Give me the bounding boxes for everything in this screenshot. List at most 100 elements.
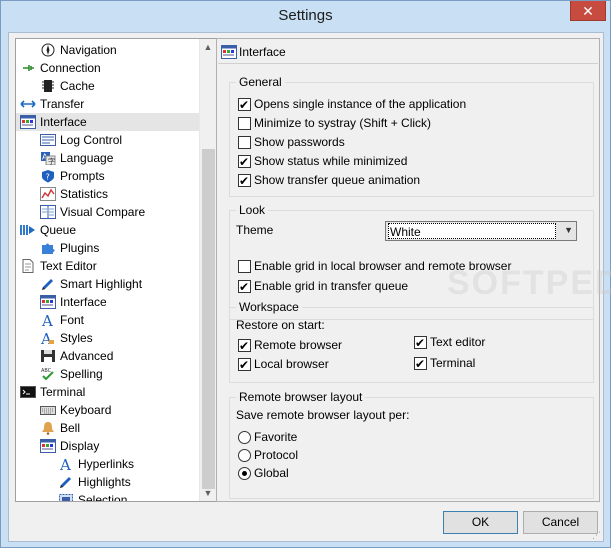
checkbox[interactable] — [238, 260, 251, 273]
workspace-option-3-label: Terminal — [430, 356, 476, 370]
look-option-1-label: Enable grid in transfer queue — [254, 279, 409, 293]
client-area: Navigation Connection Cache Transfer Interfa… — [8, 32, 611, 542]
close-button[interactable]: ✕ — [570, 1, 606, 21]
checkbox[interactable] — [238, 153, 251, 171]
settings-window: Settings ✕ Navigation Connection Cache Tran… — [0, 0, 611, 548]
shield-question-icon: ? — [42, 170, 54, 183]
svg-text:字: 字 — [48, 157, 55, 166]
scroll-thumb[interactable] — [202, 149, 215, 489]
tree-item-label: Font — [60, 313, 85, 327]
remote-layout-title: Remote browser layout — [236, 390, 366, 404]
tree-item-prompts[interactable]: ? Prompts — [16, 167, 200, 185]
radio-button[interactable] — [238, 431, 251, 444]
compass-icon — [41, 43, 55, 57]
compare-icon — [40, 205, 56, 219]
tree-item-language[interactable]: A 字 Language — [16, 149, 200, 167]
checkbox[interactable] — [238, 117, 251, 130]
tree-item-selection[interactable]: Selection — [16, 491, 200, 502]
tree-item-bell[interactable]: Bell — [16, 419, 200, 437]
transfer-arrows-icon — [20, 100, 36, 108]
tree-item-text-editor[interactable]: Text Editor — [16, 257, 200, 275]
svg-text:A: A — [41, 313, 53, 327]
tree-item-statistics[interactable]: Statistics — [16, 185, 200, 203]
tree-item-spelling[interactable]: ABC Spelling — [16, 365, 200, 383]
queue-icon — [20, 225, 35, 235]
tree-item-label: Text Editor — [40, 259, 97, 273]
tree-item-terminal[interactable]: Terminal — [16, 383, 200, 401]
tree-item-navigation[interactable]: Navigation — [16, 41, 200, 59]
tree-item-label: Selection — [78, 493, 128, 502]
tree-item-label: Cache — [60, 79, 95, 93]
cancel-button[interactable]: Cancel — [523, 511, 598, 534]
tree-item-label: Styles — [60, 331, 93, 345]
ok-button[interactable]: OK — [443, 511, 518, 534]
pen-icon — [42, 279, 53, 290]
title-bar[interactable]: Settings ✕ — [1, 1, 610, 31]
general-title: General — [236, 75, 285, 89]
tree-item-queue[interactable]: Queue — [16, 221, 200, 239]
checkbox[interactable] — [238, 96, 251, 114]
chart-icon — [40, 187, 56, 201]
tree-scrollbar[interactable]: ▲ ▼ — [199, 39, 216, 501]
theme-select[interactable]: White ▼ — [385, 221, 577, 241]
tree-item-cache[interactable]: Cache — [16, 77, 200, 95]
tree-item-smart-highlight[interactable]: Smart Highlight — [16, 275, 200, 293]
tree-item-styles[interactable]: A Styles — [16, 329, 200, 347]
tree-item-transfer[interactable]: Transfer — [16, 95, 200, 113]
tree-item-visual-compare[interactable]: Visual Compare — [16, 203, 200, 221]
radio-button[interactable] — [238, 449, 251, 462]
layout-option-1-label: Protocol — [254, 448, 299, 462]
keyboard-icon — [40, 406, 56, 415]
checkbox[interactable] — [414, 334, 427, 352]
checkbox[interactable] — [238, 172, 251, 190]
radio-button[interactable] — [238, 467, 251, 480]
tree-item-interface[interactable]: Interface — [16, 293, 200, 311]
styles-icon: A — [40, 331, 54, 345]
tree-item-label: Queue — [40, 223, 77, 237]
window-icon — [40, 295, 56, 309]
tree-item-label: Visual Compare — [60, 205, 146, 219]
workspace-option-2-label: Text editor — [430, 335, 486, 349]
checkbox[interactable] — [414, 355, 427, 373]
resize-grip-icon[interactable]: ⋰ — [592, 530, 602, 540]
checkbox[interactable] — [238, 136, 251, 149]
tree-item-hyperlinks[interactable]: A Hyperlinks — [16, 455, 200, 473]
floppy-icon — [41, 350, 55, 362]
window-icon — [20, 115, 36, 129]
general-option-1-label: Minimize to systray (Shift + Click) — [254, 116, 432, 130]
spellcheck-icon: ABC — [41, 368, 54, 381]
scroll-up-icon[interactable]: ▲ — [200, 39, 216, 55]
interface-panel: Interface General Opens single instance … — [216, 38, 611, 502]
tree-item-label: Prompts — [60, 169, 105, 183]
tree-item-connection[interactable]: Connection — [16, 59, 200, 77]
tree-item-highlights[interactable]: Highlights — [16, 473, 200, 491]
look-title: Look — [236, 203, 269, 217]
tree-item-label: Hyperlinks — [78, 457, 135, 471]
scroll-down-icon[interactable]: ▼ — [200, 485, 216, 501]
checkbox[interactable] — [238, 278, 251, 296]
tree-item-advanced[interactable]: Advanced — [16, 347, 200, 365]
language-icon: A字 — [41, 152, 56, 166]
tree-item-keyboard[interactable]: Keyboard — [16, 401, 200, 419]
tree-item-display[interactable]: Display — [16, 437, 200, 455]
tree-item-label: Keyboard — [60, 403, 112, 417]
terminal-icon — [20, 386, 36, 398]
tree-item-log-control[interactable]: Log Control — [16, 131, 200, 149]
general-group: General Opens single instance of the app… — [229, 75, 594, 197]
tree-item-label: Statistics — [60, 187, 109, 201]
tree-item-label: Highlights — [78, 475, 131, 489]
tree-item-label: Connection — [40, 61, 101, 75]
tree-item-label: Terminal — [40, 385, 86, 399]
tree-item-font[interactable]: A Font — [16, 311, 200, 329]
workspace-option-0-label: Remote browser — [254, 338, 343, 352]
window-icon — [40, 439, 56, 453]
watermark: SOFTPEDIA — [447, 264, 611, 302]
settings-tree[interactable]: Navigation Connection Cache Transfer Interfa… — [15, 38, 217, 502]
checkbox[interactable] — [238, 356, 251, 374]
tree-item-interface[interactable]: Interface — [16, 113, 200, 131]
general-option-3-label: Show status while minimized — [254, 154, 408, 168]
checkbox[interactable] — [238, 337, 251, 355]
tree-item-label: Transfer — [40, 97, 85, 111]
tree-item-plugins[interactable]: Plugins — [16, 239, 200, 257]
chip-icon — [42, 80, 54, 92]
